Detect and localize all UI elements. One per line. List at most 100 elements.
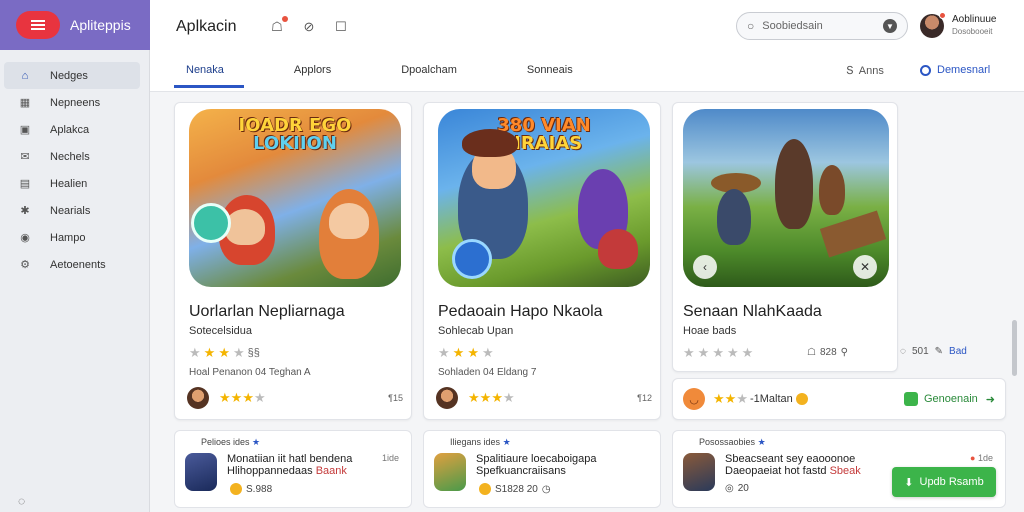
review-text: Sbeacseant sey eaooonoe Daeopaeiat hot fa… <box>725 453 861 477</box>
card-3-extras: ◌ 501 ✎ Bad <box>900 346 967 357</box>
tab-1[interactable]: Applors <box>282 58 345 88</box>
filter-link[interactable]: Տ Anns <box>846 64 884 78</box>
likes-count: 828 <box>819 347 837 358</box>
comment-count: 501 <box>911 346 929 357</box>
prev-icon[interactable]: ‹ <box>693 255 717 279</box>
grid-icon: ▦ <box>19 97 31 109</box>
pen-icon[interactable]: ✎ <box>935 346 943 357</box>
sidebar-item-5[interactable]: ✱ Nearials <box>4 197 140 224</box>
app-stats: ☖ 828 ⚲ <box>807 347 848 358</box>
review-card-1[interactable]: Pelioes ides ★ Monatiian iit hatl benden… <box>174 430 412 508</box>
sidebar-item-label: Aetoenents <box>50 258 106 271</box>
app-title: Uorlarlan Nepliarnaga <box>189 303 345 320</box>
shield-orb <box>452 239 492 279</box>
developer-avatar <box>187 387 209 409</box>
tab-3[interactable]: Sonneais <box>515 58 587 88</box>
notification-icon[interactable]: ☖ <box>268 16 288 36</box>
clock-icon: ◷ <box>541 483 551 495</box>
close-icon[interactable]: ✕ <box>853 255 877 279</box>
calendar-icon: ▤ <box>19 178 31 190</box>
sidebar-item-0[interactable]: ⌂ Nedges <box>4 62 140 89</box>
badge-label: Bad <box>949 346 967 357</box>
scrollbar[interactable] <box>1012 320 1017 376</box>
edit-icon[interactable]: ☐ <box>332 18 350 36</box>
filter-label: Anns <box>858 64 884 77</box>
install-button[interactable]: ⬇ Updb Rsamb <box>892 467 996 497</box>
tools-icon: ✱ <box>20 205 30 217</box>
review-text: Monatiian iit hatl bendena Hlihoppannedaa… <box>227 453 353 477</box>
review-card-2[interactable]: Iliegans ides ★ Spalitiaure loecaboigapa… <box>423 430 661 508</box>
review-text: Spalitiaure loecaboigapa Spefkuancraiisan… <box>476 453 597 477</box>
game-artwork[interactable]: 380 VIAN NRAIAS <box>438 109 650 287</box>
artwork-title: IOADR EGO LOKIION <box>238 115 352 154</box>
sidebar-item-7[interactable]: ⚙ Aetoenents <box>4 251 140 278</box>
smiley-icon: ◡ <box>683 388 705 410</box>
sidebar-item-label: Hampo <box>50 231 86 244</box>
chat-icon[interactable]: ◌ <box>900 346 906 357</box>
developer-link[interactable]: Demesnarl <box>920 64 990 76</box>
card-footer: ★ ★ ★ ★ ¶15 <box>187 387 403 409</box>
review-thumbnail <box>434 453 466 491</box>
review-meta: 1ide <box>381 453 399 463</box>
record-icon: ◎ <box>725 483 734 494</box>
search-icon: ○ <box>747 19 755 33</box>
play-icon <box>903 392 918 406</box>
sidebar-item-4[interactable]: ▤ Healien <box>4 170 140 197</box>
search-input[interactable]: ○ Soobiedsain ▼ <box>736 12 908 40</box>
app-card-2[interactable]: 380 VIAN NRAIAS Pedaoain Hapo Nkaola Sohl… <box>423 102 661 420</box>
app-card-3[interactable]: ‹ ✕ Senaan NlahKaada Hoae bads ★ ★ ★ ★ ★ ☖ 82… <box>672 102 898 372</box>
user-profile[interactable]: Aoblinuue Dosobooeit <box>920 12 997 38</box>
help-icon[interactable]: ◌ <box>18 494 25 508</box>
sidebar-item-label: Nechels <box>50 150 90 163</box>
sidebar-item-1[interactable]: ▦ Nepneens <box>4 89 140 116</box>
app-meta: Hoal Penanon 04 Teghan A <box>189 367 311 378</box>
sidebar-item-label: Nearials <box>50 204 91 217</box>
coin-icon <box>230 483 242 495</box>
page-title: Aplkacin <box>176 18 237 35</box>
app-title: Senaan NlahKaada <box>683 303 822 320</box>
promo-label: -1Maltan <box>749 393 793 405</box>
sidebar-item-2[interactable]: ▣ Aplakca <box>4 116 140 143</box>
sidebar-item-3[interactable]: ✉ Nechels <box>4 143 140 170</box>
sidebar-item-label: Nedges <box>50 69 88 82</box>
sidebar-item-6[interactable]: ◉ Hampo <box>4 224 140 251</box>
brand-bar[interactable]: Apliteppis <box>0 0 150 50</box>
bell-icon: ✉ <box>20 151 30 163</box>
top-bar: Aplkacin ☖ ⊘ ☐ ○ Soobiedsain ▼ Aoblinuue… <box>150 0 1024 92</box>
game-artwork[interactable]: IOADR EGO LOKIION <box>189 109 401 287</box>
developer-label: Demesnarl <box>937 64 991 76</box>
brand-name: Apliteppis <box>70 17 131 33</box>
user-name: Aoblinuue <box>952 14 997 25</box>
location-icon: ◉ <box>20 232 30 244</box>
review-footer: S.988 <box>227 483 272 495</box>
review-count: ¶12 <box>637 393 652 403</box>
mic-icon[interactable]: ▼ <box>883 19 897 33</box>
likes-icon: ☖ <box>807 347 816 358</box>
review-header: Iliegans ides ★ <box>450 437 511 447</box>
tab-2[interactable]: Dpoalcham <box>389 58 471 88</box>
menu-icon[interactable] <box>16 11 60 39</box>
app-title: Pedaoain Hapo Nkaola <box>438 303 603 320</box>
app-card-1[interactable]: IOADR EGO LOKIION Uorlarlan Nepliarnaga S… <box>174 102 412 420</box>
info-icon <box>920 64 931 76</box>
install-label: Updb Rsamb <box>919 476 984 488</box>
promo-action[interactable]: Genoenain ➜ <box>903 392 995 406</box>
game-artwork[interactable]: ‹ ✕ <box>683 109 889 287</box>
tab-0[interactable]: Nenaka <box>174 58 244 88</box>
review-thumbnail <box>185 453 217 491</box>
promo-bar: ◡ ★ ★ ★ -1Maltan Genoenain ➜ <box>672 378 1006 420</box>
review-footer: S1828 20 ◷ <box>476 483 551 495</box>
app-subtitle: Hoae bads <box>683 325 737 337</box>
compass-icon[interactable]: ⊘ <box>300 18 318 36</box>
sidebar: Apliteppis ⌂ Nedges ▦ Nepneens ▣ Aplakca ✉ N… <box>0 0 150 512</box>
card-footer: ★ ★ ★ ★ ¶12 <box>436 387 652 409</box>
filter-icon: Տ <box>846 65 854 77</box>
rating: ★ ★ ★ ★ <box>438 345 494 360</box>
app-subtitle: Sohlecab Upan <box>438 325 514 337</box>
rating: ★ ★ ★ ★ ★ <box>683 345 754 360</box>
review-header: Pelioes ides ★ <box>201 437 261 447</box>
avatar[interactable] <box>920 12 946 38</box>
search-icon[interactable]: ⚲ <box>841 347 848 358</box>
review-count: ¶15 <box>388 393 403 403</box>
user-subtitle: Dosobooeit <box>952 27 993 36</box>
